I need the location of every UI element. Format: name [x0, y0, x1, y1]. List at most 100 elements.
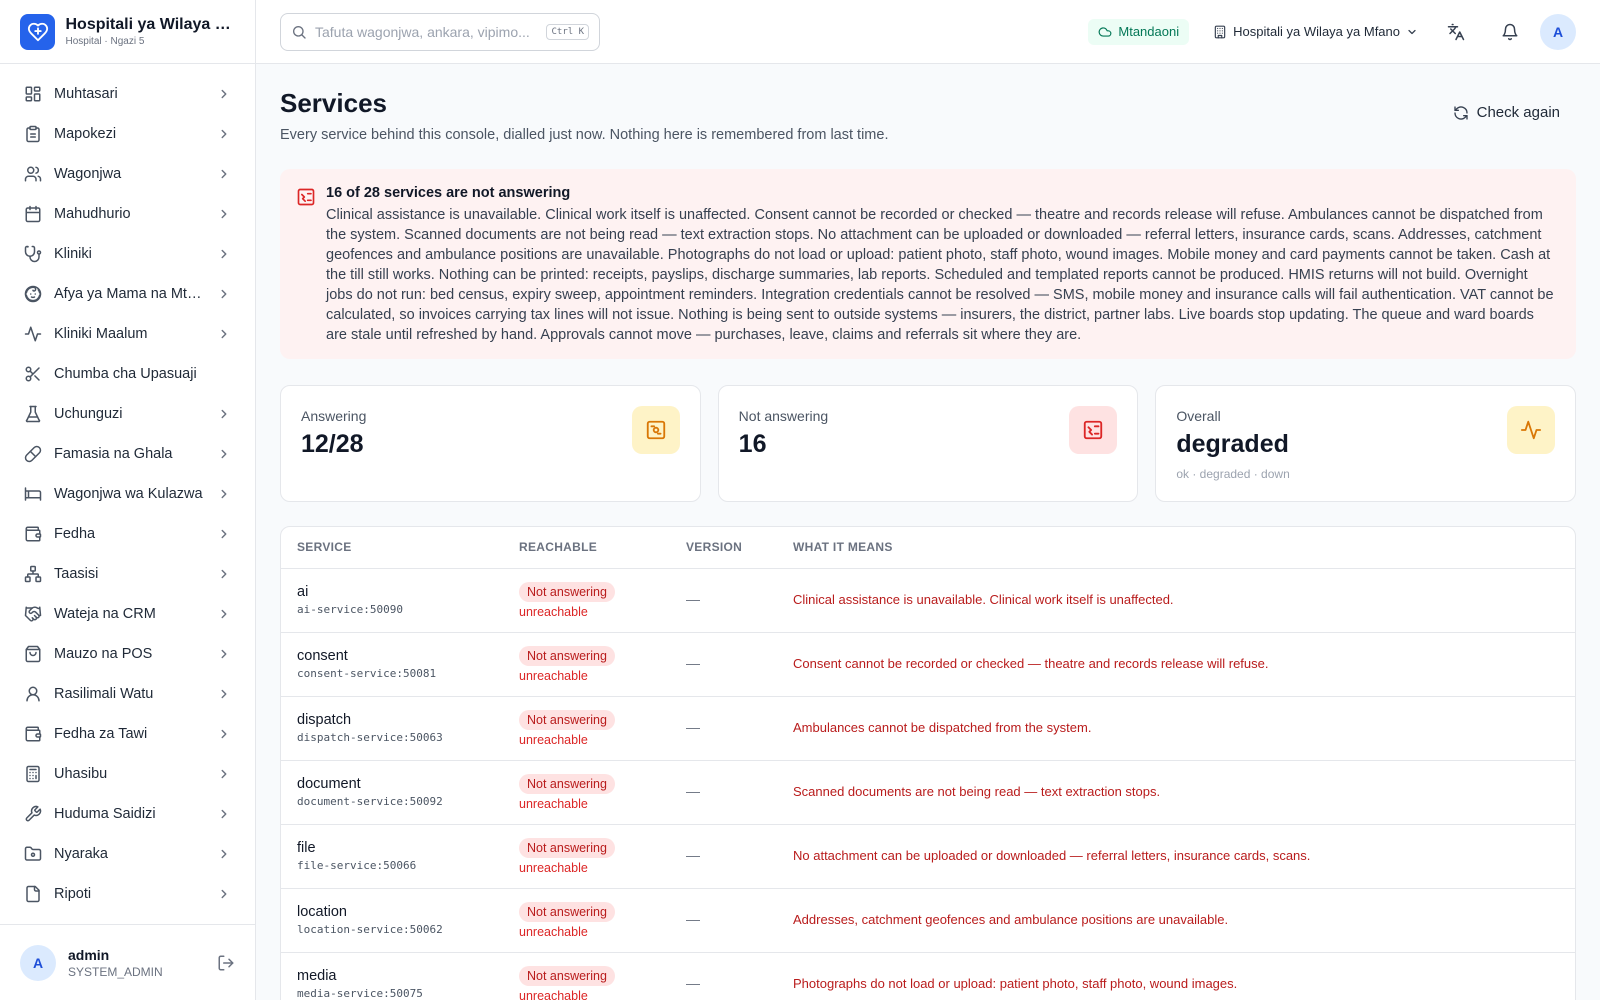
- table-row[interactable]: dispatch dispatch-service:50063 Not answer…: [281, 696, 1575, 761]
- sidebar-item-uchunguzi[interactable]: Uchunguzi: [0, 394, 255, 434]
- sidebar-item-label: Afya ya Mama na Mtoto: [54, 286, 204, 302]
- search-box[interactable]: Ctrl K: [280, 12, 600, 51]
- sidebar-item-label: Uhasibu: [54, 766, 108, 782]
- service-host: media-service:50075: [297, 987, 423, 1000]
- facility-name: Hospitali ya Wilaya ya Mfano: [1233, 24, 1400, 39]
- top-avatar[interactable]: A: [1540, 13, 1576, 50]
- sidebar-item-label: Mauzo na POS: [54, 646, 153, 662]
- sidebar-item-nyaraka[interactable]: Nyaraka: [0, 834, 255, 874]
- chevron-right-icon: [221, 809, 227, 819]
- sidebar-item-mahudhurio[interactable]: Mahudhurio: [0, 194, 255, 234]
- reachability-detail: unreachable: [519, 796, 588, 811]
- topbar: Ctrl K Mtandaoni Hospitali ya Wilaya ya …: [256, 0, 1600, 64]
- sidebar-item-fedha-za-tawi[interactable]: Fedha za Tawi: [0, 714, 255, 754]
- meaning-cell: Clinical assistance is unavailable. Clin…: [777, 568, 1575, 633]
- page-subtitle: Every service behind this console, diall…: [280, 127, 889, 143]
- brand-subtitle: Hospital · Ngazi 5: [65, 36, 145, 47]
- version-cell: —: [670, 952, 777, 1000]
- sidebar-item-kliniki[interactable]: Kliniki: [0, 234, 255, 274]
- sidebar-item-wateja-na-crm[interactable]: Wateja na CRM: [0, 594, 255, 634]
- sidebar-item-taasisi[interactable]: Taasisi: [0, 554, 255, 594]
- reachability-detail: unreachable: [519, 924, 588, 939]
- sidebar-item-label: Mahudhurio: [54, 206, 131, 222]
- sidebar-item-uhasibu[interactable]: Uhasibu: [0, 754, 255, 794]
- service-cell: dispatch dispatch-service:50063: [281, 696, 503, 761]
- sidebar-item-wagonjwa-wa-kulazwa[interactable]: Wagonjwa wa Kulazwa: [0, 474, 255, 514]
- service-impact: Photographs do not load or upload: patie…: [793, 976, 1238, 991]
- sidebar-item-fedha[interactable]: Fedha: [0, 514, 255, 554]
- sidebar-item-mauzo-na-pos[interactable]: Mauzo na POS: [0, 634, 255, 674]
- table-row[interactable]: location location-service:50062 Not answer…: [281, 888, 1575, 953]
- brand-name: Hospitali ya Wilaya ya Mfano: [65, 16, 235, 33]
- service-host: dispatch-service:50063: [297, 731, 443, 744]
- sidebar-item-mapokezi[interactable]: Mapokezi: [0, 114, 255, 154]
- sidebar-item-label: Kliniki Maalum: [54, 326, 148, 342]
- reachability-detail: unreachable: [519, 732, 588, 747]
- col-reachable-header[interactable]: REACHABLE: [503, 527, 670, 569]
- meaning-cell: No attachment can be uploaded or downloa…: [777, 824, 1575, 889]
- service-version: —: [686, 591, 700, 607]
- meaning-cell: Consent cannot be recorded or checked — …: [777, 632, 1575, 697]
- hospital-heart-logo-icon: [20, 13, 56, 50]
- service-cell: media media-service:50075: [281, 952, 503, 1000]
- chevron-right-icon: [221, 689, 227, 699]
- sidebar-item-ripoti[interactable]: Ripoti: [0, 874, 255, 914]
- check-again-button[interactable]: Check again: [1453, 104, 1560, 121]
- stat-answering-label: Answering: [301, 408, 367, 424]
- logout-icon[interactable]: [217, 954, 235, 972]
- sidebar-item-label: Rasilimali Watu: [54, 686, 154, 702]
- alert-text: Clinical assistance is unavailable. Clin…: [326, 207, 1554, 343]
- service-impact: Addresses, catchment geofences and ambul…: [793, 912, 1229, 927]
- table-row[interactable]: consent consent-service:50081 Not answerin…: [281, 632, 1575, 697]
- sidebar-item-kliniki-maalum[interactable]: Kliniki Maalum: [0, 314, 255, 354]
- table-row[interactable]: file file-service:50066 Not answering unrea…: [281, 824, 1575, 889]
- chevron-right-icon: [221, 569, 227, 579]
- scissors-icon: [25, 366, 40, 382]
- col-service-header[interactable]: SERVICE: [281, 527, 503, 569]
- sidebar-item-famasia-na-ghala[interactable]: Famasia na Ghala: [0, 434, 255, 474]
- service-impact: Ambulances cannot be dispatched from the…: [793, 720, 1092, 735]
- status-badge: Not answering: [519, 965, 615, 986]
- shopping-bag-icon: [25, 645, 41, 663]
- status-badge: Not answering: [519, 709, 615, 730]
- service-cell: file file-service:50066: [281, 824, 503, 889]
- sidebar-item-label: Fedha: [54, 526, 96, 542]
- sidebar-item-muhtasari[interactable]: Muhtasari: [0, 74, 255, 114]
- col-version-header[interactable]: VERSION: [670, 527, 777, 569]
- page-title: Services: [280, 88, 387, 118]
- table-row[interactable]: document document-service:50092 Not answer…: [281, 760, 1575, 825]
- service-name: consent: [297, 648, 348, 664]
- service-host: ai-service:50090: [297, 603, 403, 616]
- service-host: file-service:50066: [297, 859, 417, 872]
- status-badge: Not answering: [519, 773, 615, 794]
- sidebar-item-rasilimali-watu[interactable]: Rasilimali Watu: [0, 674, 255, 714]
- stat-not-answering: Not answering 16: [717, 385, 1139, 502]
- brand[interactable]: Hospitali ya Wilaya ya Mfano Hospital · …: [0, 0, 255, 64]
- facility-selector[interactable]: Hospitali ya Wilaya ya Mfano: [1213, 24, 1418, 39]
- col-meaning-header[interactable]: WHAT IT MEANS: [777, 527, 1575, 569]
- sidebar-item-chumba-cha-upasuaji[interactable]: Chumba cha Upasuaji: [0, 354, 255, 394]
- stat-not-answering-value: 16: [738, 430, 767, 458]
- sidebar-item-label: Ripoti: [54, 886, 92, 902]
- table-row[interactable]: ai ai-service:50090 Not answering unreachab…: [281, 568, 1575, 633]
- reachable-cell: Not answering unreachable: [503, 824, 670, 889]
- stat-answering-value: 12/28: [301, 430, 364, 458]
- sidebar-item-wagonjwa[interactable]: Wagonjwa: [0, 154, 255, 194]
- user-avatar[interactable]: A: [20, 944, 56, 981]
- language-button[interactable]: [1440, 16, 1472, 48]
- building-icon: [1214, 25, 1226, 38]
- notifications-button[interactable]: [1494, 16, 1526, 48]
- search-input[interactable]: [315, 23, 547, 40]
- wallet-icon: [25, 526, 42, 542]
- sidebar-item-afya-ya-mama-na-mtoto[interactable]: Afya ya Mama na Mtoto: [0, 274, 255, 314]
- service-impact: No attachment can be uploaded or downloa…: [793, 848, 1311, 863]
- service-version: —: [686, 783, 700, 799]
- chevron-right-icon: [221, 89, 227, 99]
- sidebar-item-label: Mapokezi: [54, 126, 117, 142]
- file-icon: [26, 885, 40, 903]
- reachability-detail: unreachable: [519, 668, 588, 683]
- reachable-cell: Not answering unreachable: [503, 952, 670, 1000]
- sidebar-item-huduma-saidizi[interactable]: Huduma Saidizi: [0, 794, 255, 834]
- table-row[interactable]: media media-service:50075 Not answering unr…: [281, 952, 1575, 1000]
- connection-status-badge: Mtandaoni: [1088, 18, 1190, 45]
